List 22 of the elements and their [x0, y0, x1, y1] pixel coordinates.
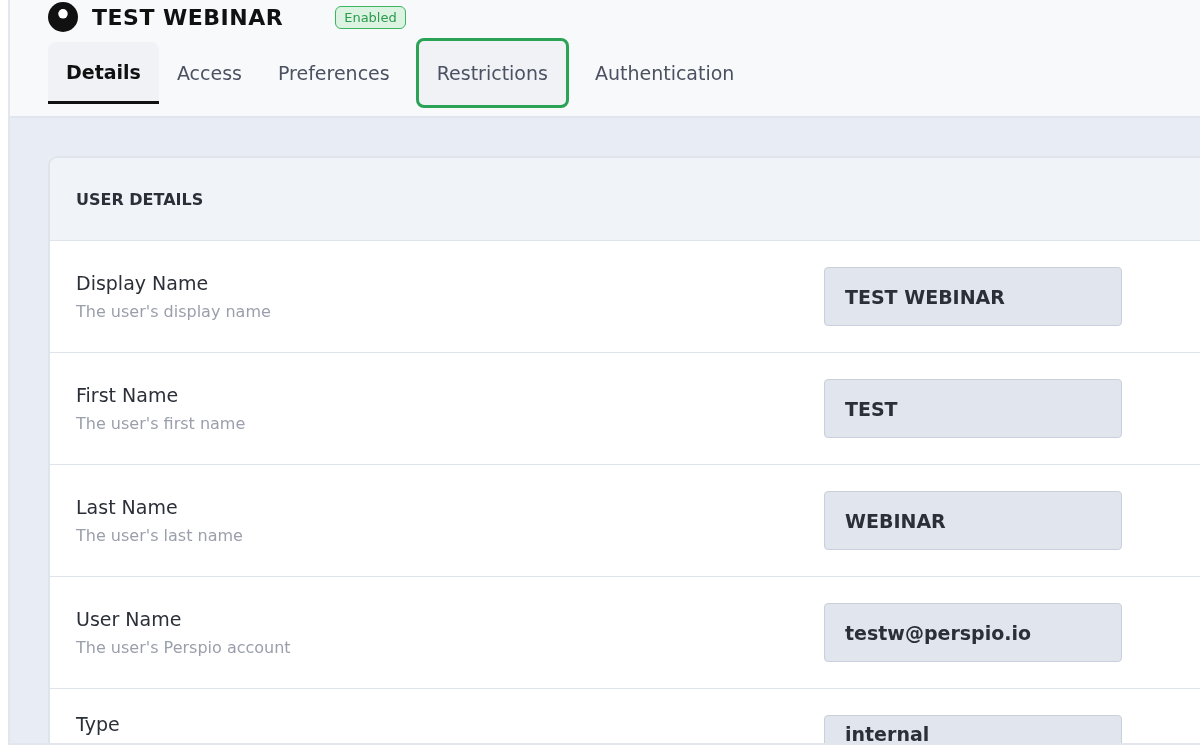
field-label: Type — [76, 713, 121, 735]
tab[interactable]: Restrictions — [415, 38, 569, 108]
tab[interactable]: Authentication — [576, 42, 753, 104]
input-field[interactable]: testw@perspio.io — [824, 603, 1122, 662]
tab[interactable]: Preferences — [259, 42, 408, 104]
field-label: Last Name — [76, 496, 179, 518]
tab[interactable]: Details — [48, 42, 159, 104]
input-field[interactable]: internal — [824, 715, 1122, 743]
status-badge: Enabled — [335, 5, 406, 29]
field-hint: The user's last name — [76, 526, 244, 545]
tab[interactable]: Access — [158, 42, 260, 104]
input-field[interactable]: WEBINAR — [824, 491, 1122, 550]
field-hint: The user's Perspio account — [76, 638, 292, 657]
field-label: First Name — [76, 384, 180, 406]
card-title: USER DETAILS — [76, 189, 204, 209]
input-field[interactable]: TEST WEBINAR — [824, 267, 1122, 326]
field-label: Display Name — [76, 272, 210, 294]
input-field[interactable]: TEST — [824, 379, 1122, 438]
user-title: TEST WEBINAR — [92, 4, 284, 30]
field-hint: The user's first name — [76, 414, 247, 433]
field-label: User Name — [76, 608, 183, 630]
field-hint: The user's display name — [76, 302, 272, 321]
